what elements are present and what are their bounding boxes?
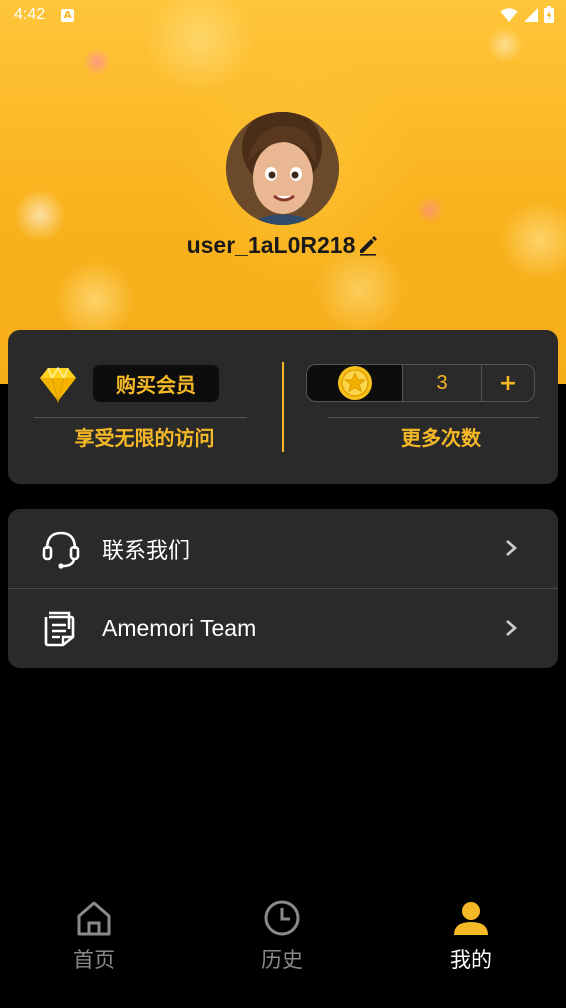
divider <box>328 417 539 418</box>
nav-tab-label: 我的 <box>450 948 492 972</box>
signal-icon <box>524 7 538 22</box>
nav-tab-label: 历史 <box>261 948 303 972</box>
battery-icon <box>544 6 554 23</box>
coin-box <box>307 365 402 401</box>
credits-counter: 3 + <box>306 364 535 402</box>
nav-tab-home[interactable]: 首页 <box>34 898 154 978</box>
username-row: user_1aL0R218 <box>0 228 566 262</box>
menu-item-label: 联系我们 <box>102 538 191 564</box>
status-icons <box>500 6 554 23</box>
wifi-icon <box>500 7 518 22</box>
add-credits-button[interactable]: + <box>482 365 534 401</box>
username: user_1aL0R218 <box>186 231 356 258</box>
chevron-right-icon <box>506 620 517 636</box>
divider <box>34 417 247 418</box>
clock-icon <box>264 900 300 936</box>
nav-tab-label: 首页 <box>73 948 115 972</box>
diamond-icon <box>40 366 76 404</box>
headset-icon <box>42 531 80 569</box>
menu-card: 联系我们 Amemori Team <box>8 509 558 668</box>
status-time: 4:42 <box>14 6 46 23</box>
vip-card: 购买会员 享受无限的访问 3 + 更多次数 <box>8 330 558 484</box>
buy-membership-button[interactable]: 购买会员 <box>93 365 219 402</box>
bottom-navigation: 首页 历史 我的 <box>0 890 566 1008</box>
chevron-right-icon <box>506 540 517 556</box>
avatar-boy-icon <box>226 112 339 225</box>
coin-star-icon <box>337 366 372 400</box>
nav-tab-history[interactable]: 历史 <box>222 898 342 978</box>
notification-icon: A <box>61 8 75 22</box>
unlimited-access-label: 享受无限的访问 <box>74 425 215 450</box>
menu-item-contact-us[interactable]: 联系我们 <box>8 509 558 588</box>
credits-count: 3 <box>402 365 482 401</box>
home-icon <box>77 901 111 936</box>
avatar[interactable] <box>226 112 339 225</box>
nav-tab-mine[interactable]: 我的 <box>411 898 531 978</box>
status-bar: 4:42 A <box>0 0 566 30</box>
menu-item-label: Amemori Team <box>102 615 257 641</box>
more-times-label: 更多次数 <box>401 425 481 450</box>
menu-item-amemori-team[interactable]: Amemori Team <box>8 589 558 668</box>
document-icon <box>44 611 75 647</box>
vertical-divider <box>282 362 284 452</box>
pencil-icon[interactable] <box>357 234 379 256</box>
user-icon <box>454 902 488 935</box>
